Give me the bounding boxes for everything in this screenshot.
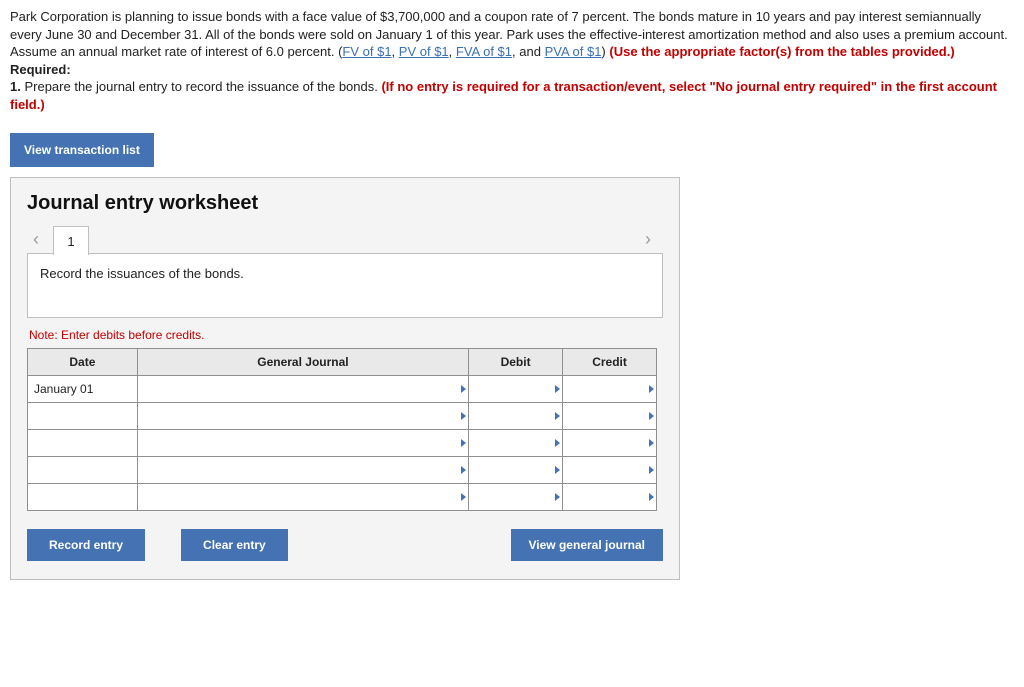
date-cell[interactable]: [28, 430, 138, 457]
problem-statement: Park Corporation is planning to issue bo…: [10, 8, 1014, 113]
dropdown-icon: [461, 412, 466, 420]
account-cell[interactable]: [137, 403, 468, 430]
date-cell[interactable]: [28, 484, 138, 511]
dropdown-icon: [649, 439, 654, 447]
worksheet-nav: ‹ 1 ›: [27, 225, 663, 254]
debit-cell[interactable]: [469, 403, 563, 430]
view-transaction-list-button[interactable]: View transaction list: [10, 133, 154, 167]
account-cell[interactable]: [137, 484, 468, 511]
table-row: [28, 457, 657, 484]
table-row: [28, 430, 657, 457]
date-cell[interactable]: [28, 457, 138, 484]
dropdown-icon: [461, 385, 466, 393]
required-label: Required:: [10, 62, 71, 77]
link-fva-of-1[interactable]: FVA of $1: [456, 44, 512, 59]
dropdown-icon: [461, 466, 466, 474]
clear-entry-button[interactable]: Clear entry: [181, 529, 288, 561]
dropdown-icon: [461, 439, 466, 447]
date-cell[interactable]: [28, 403, 138, 430]
link-pva-of-1[interactable]: PVA of $1: [545, 44, 602, 59]
dropdown-icon: [555, 493, 560, 501]
col-header-general-journal: General Journal: [137, 349, 468, 376]
dropdown-icon: [649, 493, 654, 501]
tab-1[interactable]: 1: [53, 226, 89, 255]
dropdown-icon: [649, 466, 654, 474]
account-cell[interactable]: [137, 457, 468, 484]
journal-entry-worksheet: Journal entry worksheet ‹ 1 › Record the…: [10, 177, 680, 580]
account-cell[interactable]: [137, 430, 468, 457]
journal-entry-table: Date General Journal Debit Credit Januar…: [27, 348, 657, 511]
chevron-right-icon[interactable]: ›: [639, 225, 657, 254]
dropdown-icon: [555, 385, 560, 393]
dropdown-icon: [555, 439, 560, 447]
table-row: January 01: [28, 376, 657, 403]
req1-number: 1.: [10, 79, 24, 94]
date-cell[interactable]: January 01: [28, 376, 138, 403]
debit-cell[interactable]: [469, 430, 563, 457]
account-cell[interactable]: [137, 376, 468, 403]
transaction-instruction: Record the issuances of the bonds.: [27, 253, 663, 318]
credit-cell[interactable]: [563, 430, 657, 457]
credit-cell[interactable]: [563, 457, 657, 484]
table-row: [28, 484, 657, 511]
record-entry-button[interactable]: Record entry: [27, 529, 145, 561]
debit-cell[interactable]: [469, 376, 563, 403]
use-factors-note: (Use the appropriate factor(s) from the …: [609, 44, 954, 59]
debits-before-credits-note: Note: Enter debits before credits.: [29, 328, 663, 342]
col-header-debit: Debit: [469, 349, 563, 376]
col-header-credit: Credit: [563, 349, 657, 376]
dropdown-icon: [461, 493, 466, 501]
view-general-journal-button[interactable]: View general journal: [511, 529, 663, 561]
credit-cell[interactable]: [563, 403, 657, 430]
dropdown-icon: [555, 466, 560, 474]
col-header-date: Date: [28, 349, 138, 376]
chevron-left-icon[interactable]: ‹: [27, 225, 45, 254]
table-row: [28, 403, 657, 430]
debit-cell[interactable]: [469, 484, 563, 511]
worksheet-title: Journal entry worksheet: [27, 192, 663, 215]
credit-cell[interactable]: [563, 376, 657, 403]
credit-cell[interactable]: [563, 484, 657, 511]
worksheet-button-row: Record entry Clear entry View general jo…: [27, 529, 663, 561]
link-fv-of-1[interactable]: FV of $1: [342, 44, 391, 59]
dropdown-icon: [649, 412, 654, 420]
req1-text: Prepare the journal entry to record the …: [24, 79, 381, 94]
link-pv-of-1[interactable]: PV of $1: [399, 44, 449, 59]
dropdown-icon: [555, 412, 560, 420]
dropdown-icon: [649, 385, 654, 393]
debit-cell[interactable]: [469, 457, 563, 484]
